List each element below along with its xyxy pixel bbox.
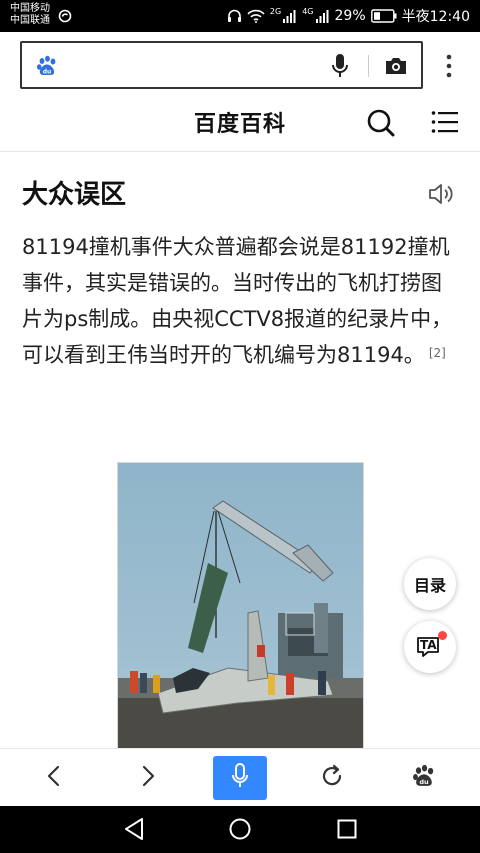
nav-recents-icon[interactable] <box>335 816 359 846</box>
page-title[interactable]: 百度百科 <box>0 106 480 138</box>
more-vertical-icon[interactable] <box>441 52 457 80</box>
read-aloud-label: TA <box>420 638 437 652</box>
microphone-icon[interactable] <box>331 53 349 83</box>
clock: 半夜12:40 <box>401 9 470 25</box>
paragraph-text: 81194撞机事件大众普遍都会说是81192撞机事件，其实是错误的。当时传出的飞… <box>22 235 453 367</box>
search-input[interactable] <box>70 53 340 77</box>
article-image[interactable] <box>117 462 364 752</box>
signal-icon-1 <box>283 9 297 23</box>
voice-button-bg <box>213 756 267 800</box>
microphone-icon <box>231 763 249 793</box>
carrier-info: 中国移动 中国联通 <box>10 3 50 27</box>
network-type-1: 2G <box>269 7 282 16</box>
svg-text:du: du <box>43 69 52 76</box>
status-bar: 中国移动 中国联通 2G 4G 29% 半夜12:40 <box>0 0 480 32</box>
divider <box>368 55 369 77</box>
voice-search-button[interactable] <box>212 749 268 807</box>
carrier-1: 中国移动 <box>10 3 50 14</box>
forward-icon <box>140 764 156 792</box>
nav-back-icon[interactable] <box>122 816 146 846</box>
battery-icon <box>370 9 397 23</box>
system-nav-bar <box>0 806 480 853</box>
status-icons: 2G 4G 29% 半夜12:40 <box>227 7 470 25</box>
speaker-icon[interactable] <box>428 182 456 210</box>
back-icon <box>46 764 62 792</box>
section-title: 大众误区 <box>22 180 127 210</box>
forward-button[interactable] <box>124 749 172 807</box>
wifi-icon <box>247 9 265 23</box>
baike-header: 百度百科 <box>0 92 480 152</box>
refresh-icon <box>320 764 344 792</box>
network-type-2: 4G <box>302 7 314 16</box>
notification-dot <box>438 631 447 640</box>
carrier-2: 中国联通 <box>10 15 50 26</box>
signal-icon-2 <box>315 9 330 23</box>
nav-home-icon[interactable] <box>228 816 252 846</box>
home-button[interactable]: du <box>400 749 448 807</box>
back-button[interactable] <box>30 749 78 807</box>
hotspot-icon <box>58 9 72 26</box>
search-icon[interactable] <box>366 108 396 142</box>
search-bar[interactable]: du <box>20 41 423 89</box>
camera-icon[interactable] <box>384 56 408 80</box>
article-paragraph: 81194撞机事件大众普遍都会说是81192撞机事件，其实是错误的。当时传出的飞… <box>22 229 458 373</box>
citation-link[interactable]: [2] <box>429 346 446 360</box>
menu-icon[interactable] <box>431 110 459 138</box>
battery-percent: 29% <box>334 8 366 24</box>
svg-text:du: du <box>419 778 429 786</box>
headset-icon <box>227 9 242 23</box>
bottom-toolbar: du <box>0 748 480 806</box>
refresh-button[interactable] <box>308 749 356 807</box>
toc-button[interactable]: 目录 <box>404 558 456 610</box>
toc-label: 目录 <box>413 576 446 595</box>
read-aloud-button[interactable]: TA <box>404 621 456 673</box>
baidu-paw-icon: du <box>36 55 58 81</box>
baidu-paw-icon: du <box>412 764 436 792</box>
